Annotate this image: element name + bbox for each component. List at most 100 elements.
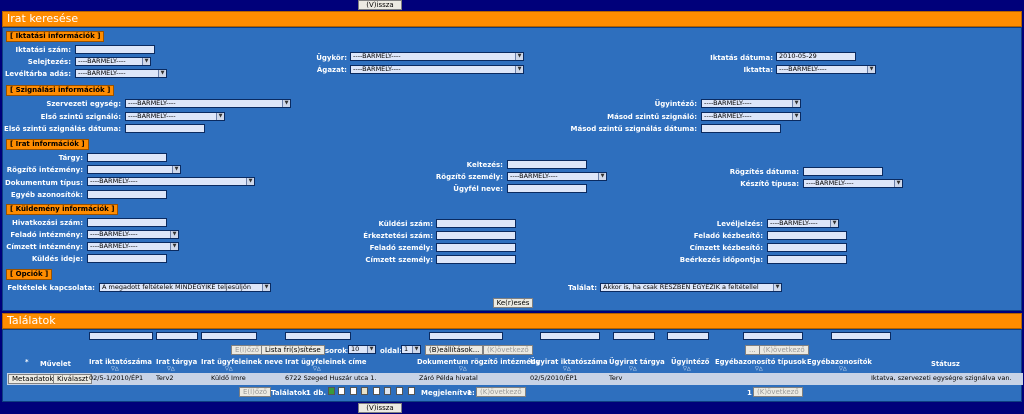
sort-icon[interactable]: ▽△	[225, 366, 233, 372]
filter-egyebazonosito-tipusok[interactable]	[743, 332, 803, 340]
col-irat-targya[interactable]: Irat tárgya	[156, 358, 197, 366]
felado-intezmeny-select[interactable]: ----BÁRMELY---- ▼	[87, 230, 179, 239]
col-irat-ugyfeleinek-cime[interactable]: Irat ügyfeleinek címe	[285, 358, 366, 366]
erkeztetesi-szam-input[interactable]	[436, 231, 516, 240]
talalat-select[interactable]: Akkor is, ha csak RÉSZBEN EGYEZIK a felt…	[600, 283, 782, 292]
keltezes-input[interactable]	[507, 160, 587, 169]
ugyfel-neve-input[interactable]	[507, 184, 587, 193]
sort-icon[interactable]: ▽△	[167, 366, 175, 372]
masod-szintu-szignalas-datuma-input[interactable]	[701, 124, 781, 133]
prev-button[interactable]: E(l)őző	[231, 345, 264, 355]
filter-ugyintezo[interactable]	[667, 332, 709, 340]
sort-icon[interactable]: ▽△	[683, 366, 691, 372]
col-irat-iktatoszama[interactable]: Irat iktatószáma	[89, 358, 152, 366]
sort-icon[interactable]: ▽△	[563, 366, 571, 372]
felado-kezbesito-input[interactable]	[767, 231, 847, 240]
rows-select[interactable]: 10 ▼	[348, 345, 376, 354]
sort-icon[interactable]: ▽△	[313, 366, 321, 372]
leveljelzes-select[interactable]: ----BÁRMELY---- ▼	[767, 219, 839, 228]
export-text-icon[interactable]	[361, 387, 368, 395]
refresh-list-button[interactable]: Lista fri(s)sítése	[261, 345, 325, 355]
results-count-value: 1 db.	[306, 389, 326, 397]
col-ugyirat-iktatoszama[interactable]: Ügyirat iktatószáma	[530, 358, 608, 366]
filter-ugyfel-neve[interactable]	[201, 332, 257, 340]
label-szervezeti-egyseg: Szervezeti egység:	[46, 100, 121, 108]
filter-ugyirat-targya[interactable]	[613, 332, 655, 340]
rogzito-szemely-select[interactable]: ----BÁRMELY---- ▼	[507, 172, 607, 181]
sort-icon[interactable]: ▽△	[111, 366, 119, 372]
kuldesi-szam-input[interactable]	[436, 219, 516, 228]
col-egyebazonosito-tipusok[interactable]: Egyébazonosító típusok	[715, 358, 806, 366]
filter-egyebazonositok[interactable]	[831, 332, 891, 340]
rogzito-intezmeny-select[interactable]: ▼	[87, 165, 181, 174]
cimzett-intezmeny-select[interactable]: ----BÁRMELY---- ▼	[87, 242, 179, 251]
felado-szemely-input[interactable]	[436, 243, 516, 252]
next-button[interactable]: (K)övetkező	[483, 345, 533, 355]
section-kuldemeny: [ Küldemény információk ]	[6, 204, 119, 215]
feltetelek-kapcsolata-select[interactable]: A megadott feltételek MINDEGYIKE teljesü…	[99, 283, 271, 292]
filter-rogzito-intezmeny[interactable]	[429, 332, 503, 340]
elso-szintu-szignalo-select[interactable]: ----BÁRMELY---- ▼	[125, 112, 225, 121]
search-button[interactable]: Ke(r)esés	[493, 298, 533, 308]
dokumentum-tipus-select[interactable]: ----BÁRMELY---- ▼	[87, 177, 255, 186]
selejtezes-select[interactable]: ----BÁRMELY---- ▼	[75, 57, 151, 66]
col-statusz[interactable]: Státusz	[931, 360, 960, 368]
agazat-select[interactable]: ----BÁRMELY---- ▼	[350, 65, 524, 74]
dots-button[interactable]: ...	[745, 345, 760, 355]
footer-next-button-right[interactable]: (K)övetkező	[753, 387, 803, 397]
export-html-icon[interactable]	[396, 387, 403, 395]
settings-button[interactable]: (B)eállítások...	[425, 345, 484, 355]
masod-szintu-szignalo-select[interactable]: ----BÁRMELY---- ▼	[701, 112, 801, 121]
targy-input[interactable]	[87, 153, 167, 162]
cimzett-szemely-input[interactable]	[436, 255, 516, 264]
sort-icon[interactable]: ▽△	[629, 366, 637, 372]
print-icon[interactable]	[384, 387, 391, 395]
kuldes-ideje-input[interactable]	[87, 254, 167, 263]
sort-icon[interactable]: ▽△	[459, 366, 467, 372]
col-irat-ugyfeleinek-neve[interactable]: Irat ügyfeleinek neve	[201, 358, 283, 366]
filter-irat-targya[interactable]	[156, 332, 198, 340]
cimzett-kezbesito-input[interactable]	[767, 243, 847, 252]
metadata-button[interactable]: Metaadatok	[8, 374, 58, 384]
filter-ugyfel-cime[interactable]	[285, 332, 351, 340]
filter-ugyirat-iktatoszama[interactable]	[540, 332, 600, 340]
export-doc-icon[interactable]	[338, 387, 345, 395]
elso-szintu-szignalas-datuma-input[interactable]	[125, 124, 205, 133]
beerkezes-idopontja-input[interactable]	[767, 255, 847, 264]
ugykor-select[interactable]: ----BÁRMELY---- ▼	[350, 52, 524, 61]
page-select[interactable]: 1 ▼	[401, 345, 421, 354]
copy-icon[interactable]	[408, 387, 415, 395]
szervezeti-egyseg-select[interactable]: ----BÁRMELY---- ▼	[125, 99, 291, 108]
talalat-value: Akkor is, ha csak RÉSZBEN EGYEZIK a felt…	[603, 283, 759, 291]
label-rogzito-szemely: Rögzítő személy:	[435, 173, 503, 181]
iktatasi-szam-input[interactable]	[75, 45, 155, 54]
export-xml-icon[interactable]	[373, 387, 380, 395]
sort-icon[interactable]: ▽△	[755, 366, 763, 372]
next-button-right[interactable]: (K)övetkező	[759, 345, 809, 355]
hivatkozasi-szam-input[interactable]	[87, 218, 167, 227]
col-egyebazonositok[interactable]: Egyébazonosítók	[807, 358, 872, 366]
export-excel-icon[interactable]	[328, 387, 335, 395]
label-elso-szintu-szignalo: Első szintű szignáló:	[40, 113, 121, 121]
back-button-top[interactable]: (V)issza	[358, 0, 402, 10]
select-button[interactable]: Kiválaszt	[53, 374, 93, 384]
ugyintezo-select[interactable]: ----BÁRMELY---- ▼	[701, 99, 801, 108]
col-dokumentum-rogzito-intezmeny[interactable]: Dokumentum rögzítő intézmény	[417, 358, 540, 366]
keszito-tipusa-select[interactable]: ----BÁRMELY---- ▼	[803, 179, 903, 188]
iktatas-datuma-input[interactable]: 2010-05-29	[776, 52, 856, 61]
chevron-down-icon: ▼	[262, 284, 270, 291]
filter-irat-iktatoszama[interactable]	[89, 332, 153, 340]
col-ugyirat-targya[interactable]: Ügyirat tárgya	[609, 358, 665, 366]
back-button-bottom[interactable]: (V)issza	[358, 403, 402, 413]
egyeb-azonositok-input[interactable]	[87, 190, 167, 199]
sort-icon[interactable]: ▽△	[839, 366, 847, 372]
leveltarba-adas-select[interactable]: ----BÁRMELY---- ▼	[75, 69, 167, 78]
rogzites-datuma-input[interactable]	[803, 167, 883, 176]
footer-next-button[interactable]: (K)övetkező	[476, 387, 526, 397]
footer-prev-button[interactable]: E(l)őző	[239, 387, 272, 397]
col-muvelet[interactable]: Művelet	[40, 360, 71, 368]
col-ugyintezo[interactable]: Ügyintéző	[671, 358, 709, 366]
results-panel: E(l)őző Lista fri(s)sítése sorok: 10 ▼ ol…	[2, 329, 1023, 402]
export-csv-icon[interactable]	[350, 387, 357, 395]
iktatta-select[interactable]: ----BÁRMELY---- ▼	[776, 65, 876, 74]
